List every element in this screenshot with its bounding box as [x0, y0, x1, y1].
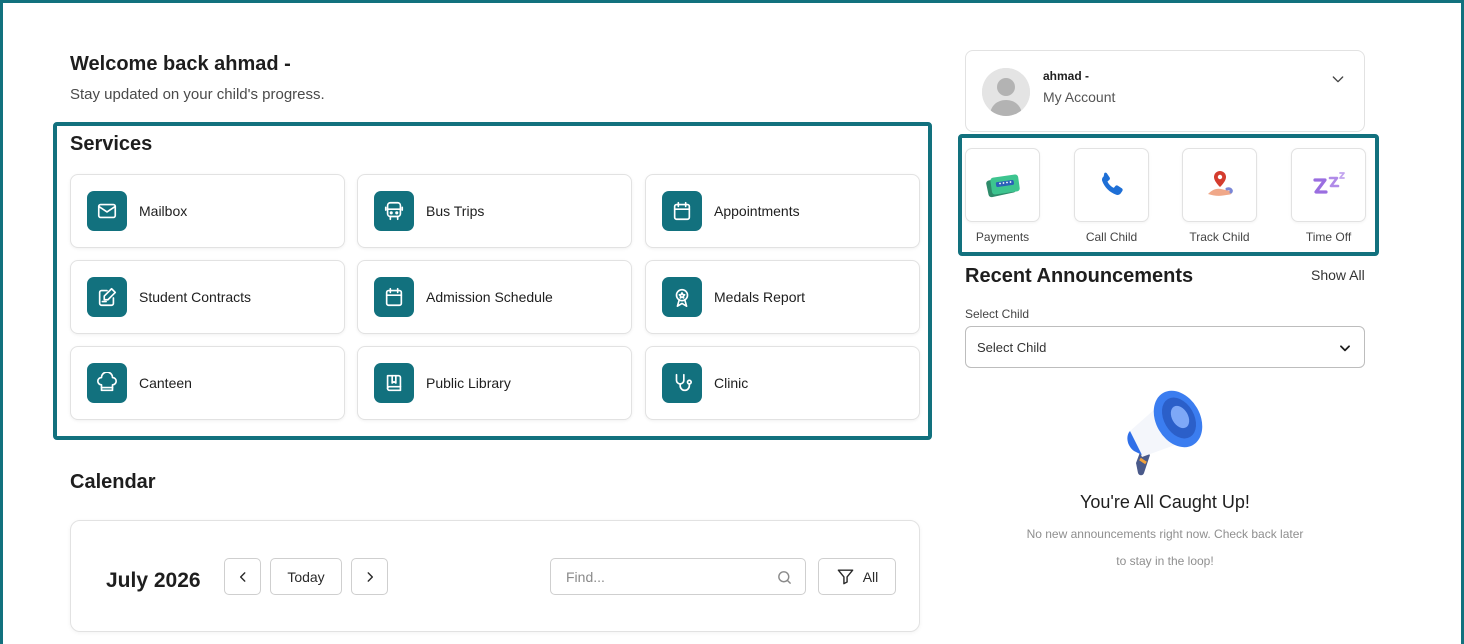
quick-action-time-off[interactable]: Time Off	[1291, 148, 1366, 244]
service-appointments[interactable]: Appointments	[645, 174, 920, 248]
service-label: Appointments	[714, 203, 800, 219]
chevron-down-icon	[1340, 345, 1350, 352]
service-canteen[interactable]: Canteen	[70, 346, 345, 420]
service-bus-trips[interactable]: Bus Trips	[357, 174, 632, 248]
account-name: ahmad -	[1043, 69, 1090, 83]
filter-icon	[837, 569, 854, 585]
calendar-month: July 2026	[106, 569, 201, 592]
search-icon	[778, 571, 791, 584]
service-label: Mailbox	[139, 203, 188, 219]
calendar-search	[550, 558, 806, 595]
next-month-button[interactable]	[351, 558, 388, 595]
quick-action-call-child[interactable]: Call Child	[1074, 148, 1149, 244]
service-medals-report[interactable]: Medals Report	[645, 260, 920, 334]
service-label: Medals Report	[714, 289, 806, 305]
service-label: Public Library	[426, 375, 511, 391]
welcome-title: Welcome back ahmad -	[70, 53, 291, 75]
contract-edit-icon	[87, 277, 127, 317]
filter-label: All	[862, 568, 879, 585]
calendar-title: Calendar	[70, 471, 156, 493]
prev-month-button[interactable]	[224, 558, 261, 595]
book-icon	[374, 363, 414, 403]
service-clinic[interactable]: Clinic	[645, 346, 920, 420]
service-label: Student Contracts	[139, 289, 252, 305]
select-child-value: Select Child	[977, 339, 1047, 355]
chef-hat-icon	[87, 363, 127, 403]
chevron-down-icon	[1332, 76, 1344, 83]
chevron-left-icon	[239, 571, 245, 582]
quick-action-payments[interactable]: Payments	[965, 148, 1040, 244]
quick-action-label: Time Off	[1305, 230, 1352, 244]
service-student-contracts[interactable]: Student Contracts	[70, 260, 345, 334]
phone-icon	[1101, 172, 1123, 195]
select-child-dropdown[interactable]: Select Child	[965, 326, 1365, 368]
service-mailbox[interactable]: Mailbox	[70, 174, 345, 248]
welcome-subtitle: Stay updated on your child's progress.	[70, 86, 325, 103]
empty-state-title: You're All Caught Up!	[1080, 492, 1250, 512]
services-title: Services	[70, 133, 153, 155]
service-label: Canteen	[139, 375, 192, 391]
calendar-search-input[interactable]	[566, 568, 766, 585]
credit-card-icon	[985, 174, 1020, 198]
sleep-zzz-icon	[1312, 172, 1345, 194]
filter-button[interactable]: All	[818, 558, 896, 595]
avatar	[982, 68, 1030, 116]
today-button[interactable]: Today	[270, 558, 342, 595]
calendar-toolbar: July 2026 Today All	[70, 520, 920, 632]
location-pin-icon	[1207, 171, 1233, 196]
quick-action-track-child[interactable]: Track Child	[1182, 148, 1257, 244]
quick-action-label: Track Child	[1189, 230, 1250, 244]
calendar-icon	[374, 277, 414, 317]
announcements-title: Recent Announcements	[965, 265, 1194, 287]
bus-icon	[374, 191, 414, 231]
mail-icon	[87, 191, 127, 231]
show-all-link[interactable]: Show All	[1311, 267, 1365, 283]
calendar-icon	[662, 191, 702, 231]
stethoscope-icon	[662, 363, 702, 403]
account-label: My Account	[1043, 89, 1116, 105]
user-avatar-icon	[982, 68, 1030, 116]
quick-action-label: Call Child	[1085, 230, 1138, 244]
megaphone-icon	[1127, 390, 1203, 476]
account-dropdown[interactable]: ahmad - My Account	[965, 50, 1365, 132]
quick-action-label: Payments	[975, 230, 1030, 244]
service-admission-schedule[interactable]: Admission Schedule	[357, 260, 632, 334]
select-child-label: Select Child	[965, 307, 1030, 321]
empty-state-text: No new announcements right now. Check ba…	[1026, 527, 1304, 568]
service-public-library[interactable]: Public Library	[357, 346, 632, 420]
service-label: Bus Trips	[426, 203, 485, 219]
medal-icon	[662, 277, 702, 317]
service-label: Clinic	[714, 375, 749, 391]
service-label: Admission Schedule	[426, 289, 553, 305]
chevron-right-icon	[367, 571, 373, 582]
